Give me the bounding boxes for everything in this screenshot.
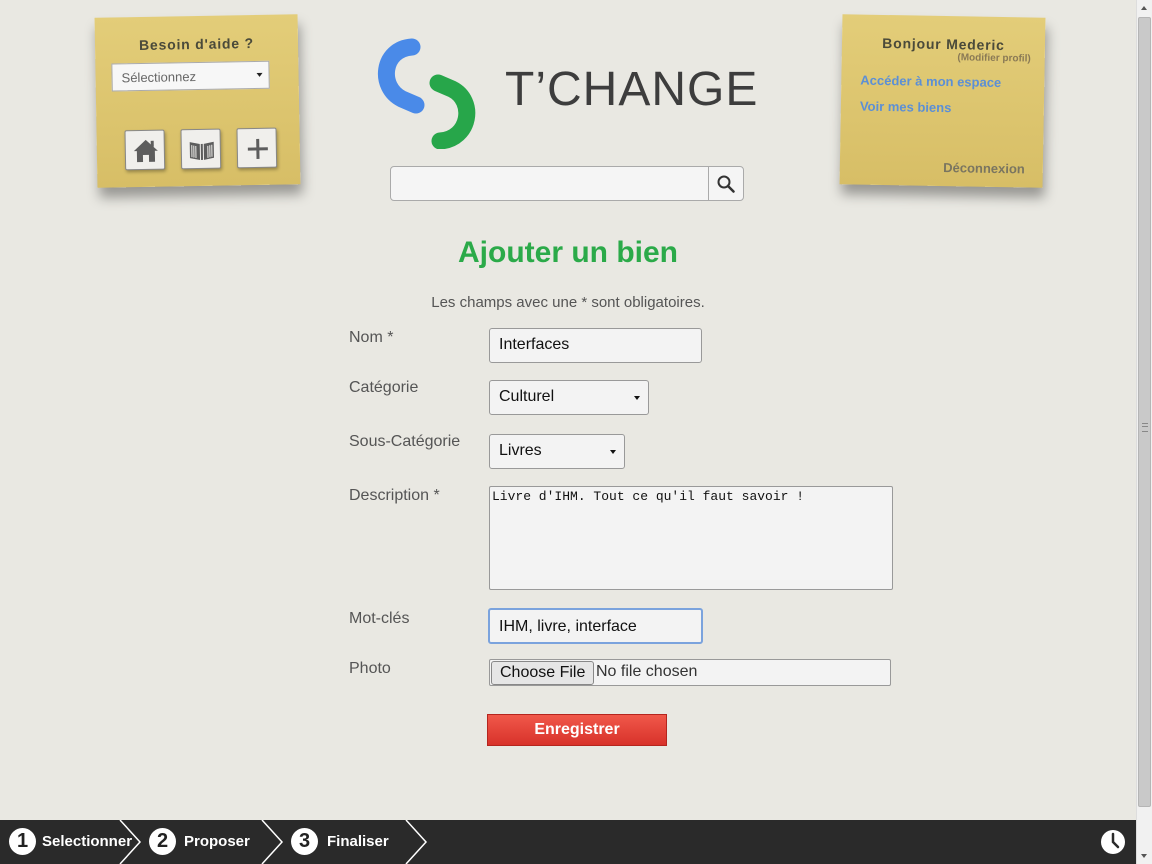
page: Besoin d'aide ? Sélectionnez Bonjour Med… [0, 0, 1136, 820]
description-value: Livre d'IHM. Tout ce qu'il faut savoir ! [492, 489, 805, 504]
help-title: Besoin d'aide ? [138, 35, 255, 54]
home-icon [133, 139, 158, 163]
library-button[interactable] [180, 128, 222, 170]
subcategory-label: Sous-Catégorie [349, 433, 461, 450]
logout-link[interactable]: Déconnexion [943, 160, 1025, 176]
scrollbar[interactable] [1136, 0, 1152, 864]
subcategory-value: Livres [499, 442, 542, 459]
description-textarea[interactable]: Livre d'IHM. Tout ce qu'il faut savoir ! [489, 486, 893, 590]
keywords-label: Mot-clés [349, 610, 410, 627]
grip-icon [1142, 423, 1148, 432]
add-button[interactable] [236, 127, 278, 169]
help-select[interactable]: Sélectionnez [111, 60, 270, 92]
chevron-down-icon [610, 450, 616, 454]
step-number: 2 [149, 828, 176, 855]
search-icon [717, 175, 735, 193]
add-icon [247, 138, 268, 159]
chevron-down-icon [256, 72, 263, 77]
name-input[interactable]: Interfaces [489, 328, 702, 363]
photo-label: Photo [349, 660, 391, 677]
description-label: Description * [349, 487, 440, 504]
clock-icon[interactable] [1100, 829, 1126, 855]
keywords-input[interactable]: IHM, livre, interface [488, 608, 703, 644]
step-number: 3 [291, 828, 318, 855]
greeting: Bonjour Mederic [882, 34, 1005, 54]
name-value: Interfaces [499, 336, 570, 353]
category-value: Culturel [499, 388, 555, 405]
category-label: Catégorie [349, 379, 419, 396]
chevron-down-icon [634, 396, 640, 400]
file-status: No file chosen [596, 663, 698, 680]
help-note: Besoin d'aide ? Sélectionnez [94, 14, 301, 188]
scroll-up-icon[interactable] [1137, 0, 1152, 16]
choose-file-button[interactable]: Choose File [491, 661, 595, 685]
search-button[interactable] [708, 167, 743, 200]
search-bar [390, 166, 744, 201]
name-label: Nom * [349, 329, 394, 346]
required-note: Les champs avec une * sont obligatoires. [431, 294, 705, 311]
brand-name: T’CHANGE [505, 63, 759, 116]
edit-profile-link[interactable]: (Modifier profil) [957, 52, 1031, 64]
step-label: Proposer [184, 833, 250, 850]
home-button[interactable] [124, 129, 166, 171]
logo-icon [378, 38, 476, 149]
my-space-link[interactable]: Accéder à mon espace [860, 73, 1001, 90]
subcategory-select[interactable]: Livres [489, 434, 625, 469]
step-number: 1 [9, 828, 36, 855]
step-footer: 1 Selectionner 2 Proposer 3 Finaliser [0, 820, 1136, 864]
page-title: Ajouter un bien [458, 236, 678, 269]
save-button[interactable]: Enregistrer [487, 714, 667, 746]
step-label: Finaliser [327, 833, 389, 850]
photo-file-input[interactable]: Choose File No file chosen [489, 659, 891, 686]
keywords-value: IHM, livre, interface [499, 618, 637, 635]
user-note: Bonjour Mederic (Modifier profil) Accéde… [839, 14, 1046, 188]
category-select[interactable]: Culturel [489, 380, 649, 415]
my-goods-link[interactable]: Voir mes biens [860, 99, 952, 116]
step-label: Selectionner [42, 833, 133, 850]
help-select-value: Sélectionnez [121, 69, 197, 86]
scroll-thumb[interactable] [1138, 17, 1151, 807]
scroll-down-icon[interactable] [1137, 848, 1152, 864]
library-icon [189, 141, 214, 160]
search-input[interactable] [391, 167, 709, 200]
